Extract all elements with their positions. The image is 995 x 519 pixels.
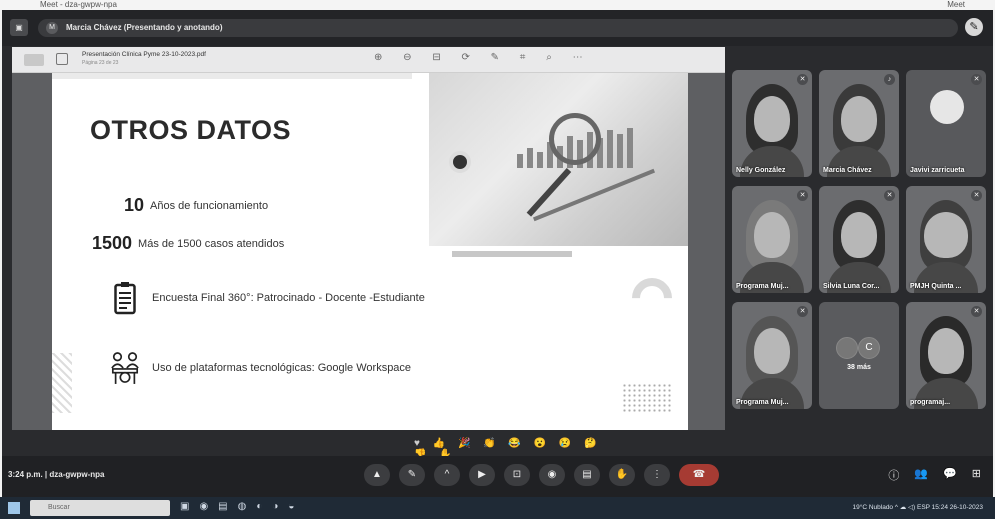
people-meeting-icon	[110, 348, 140, 388]
mic-off-icon: ✕	[971, 306, 982, 317]
windows-taskbar: Buscar ▣◉▤◍◐◑◒ 19°C Nublado ^ ☁ ◁) ESP 1…	[0, 497, 995, 519]
magnifier-icon	[549, 113, 601, 165]
more-options-button[interactable]: ⋮	[644, 464, 670, 486]
presenter-title: Marcia Chávez (Presentando y anotando)	[66, 23, 223, 32]
mic-off-icon: ✕	[971, 74, 982, 85]
slide-title: OTROS DATOS	[90, 115, 292, 145]
platforms-item-label: Uso de plataformas tecnológicas: Google …	[152, 362, 412, 374]
presenter-banner: M Marcia Chávez (Presentando y anotando)	[38, 19, 958, 37]
survey-item: Encuesta Final 360°: Patrocinado - Docen…	[110, 278, 425, 318]
mic-off-icon: ✕	[797, 74, 808, 85]
present-button[interactable]: ▤	[574, 464, 600, 486]
layout-icon[interactable]: ▣	[10, 19, 28, 36]
participants-grid: ✕ Nelly González ♪ Marcia Chávez ✕ Javiv…	[732, 70, 987, 425]
meet-controls-bar: 3:24 p.m. | dza-gwpw-npa ▲ ✎ ^ ▶ ⊡ ◉ ▤ ✋…	[2, 456, 993, 497]
stat-cases-number: 1500	[92, 233, 133, 253]
mic-off-icon: ✕	[971, 190, 982, 201]
binder-ring	[449, 151, 471, 173]
annotate-button[interactable]: ✎	[399, 464, 425, 486]
clipboard-icon	[110, 278, 140, 318]
photo-frame: Meet - dza-gwpw-npa Meet ▣ M Marcia Cháv…	[0, 0, 995, 519]
pdf-page-info: Página 23 de 23	[82, 60, 119, 66]
activities-icon[interactable]: ⊞	[972, 467, 981, 483]
slide-viewport: OTROS DATOS 10 Años de funcionamiento 15…	[12, 73, 725, 430]
taskbar-search[interactable]: Buscar	[30, 500, 170, 516]
meet-window: ▣ M Marcia Chávez (Presentando y anotand…	[2, 10, 993, 497]
side-controls: ⓘ 👥 💬 ⊞	[888, 467, 981, 483]
menu-icon[interactable]	[24, 54, 44, 66]
speaking-icon: ♪	[884, 74, 895, 85]
magnifier-handle	[526, 167, 572, 217]
people-icon[interactable]: 👥	[914, 467, 928, 483]
participant-name: Programa Muj...	[736, 399, 789, 406]
camera-options-button[interactable]: ^	[434, 464, 460, 486]
participant-name: Silvia Luna Cor...	[823, 283, 880, 290]
more-count: 38 más	[847, 364, 871, 371]
mic-off-icon: ✕	[884, 190, 895, 201]
pin-icon[interactable]: ✎	[965, 18, 983, 36]
participant-name: Marcia Chávez	[823, 167, 872, 174]
stat-years-label: Años de funcionamiento	[150, 199, 269, 212]
meet-top-bar: ▣ M Marcia Chávez (Presentando y anotand…	[2, 10, 993, 46]
presenter-avatar: M	[46, 22, 58, 34]
participant-tile[interactable]: ✕ Javivi zarricueta	[906, 70, 986, 177]
camera-button[interactable]: ▶	[469, 464, 495, 486]
pdf-tools[interactable]: ⊕ ⊖ ⊟ ⟳ ✎ ⌗ ⌕ ⋯	[374, 52, 592, 63]
mic-off-icon: ✕	[797, 306, 808, 317]
pdf-toolbar: Presentación Clínica Pyme 23-10-2023.pdf…	[12, 47, 725, 73]
pen-shape	[532, 168, 656, 222]
shared-pdf-window: Presentación Clínica Pyme 23-10-2023.pdf…	[12, 47, 725, 430]
sidebar-icon[interactable]	[56, 53, 68, 65]
platforms-item: Uso de plataformas tecnológicas: Google …	[110, 348, 411, 388]
participant-tile[interactable]: ✕ Programa Muj...	[732, 302, 812, 409]
participant-tile[interactable]: ✕ Programa Muj...	[732, 186, 812, 293]
survey-item-label: Encuesta Final 360°: Patrocinado - Docen…	[152, 292, 425, 304]
info-icon[interactable]: ⓘ	[888, 467, 899, 483]
slide-decoration-arc	[623, 269, 681, 327]
avatar	[930, 90, 964, 124]
participant-tile[interactable]: ♪ Marcia Chávez	[819, 70, 899, 177]
browser-strip: Meet - dza-gwpw-npa Meet	[0, 0, 995, 10]
reactions-bar[interactable]: ♥ 👍 🎉 👏 😂 😮 😢 🤔 👎 ✋	[414, 438, 614, 460]
chat-icon[interactable]: 💬	[943, 467, 957, 483]
participant-tile[interactable]: ✕ PMJH Quinta ...	[906, 186, 986, 293]
slide-dot-pattern	[622, 383, 672, 413]
participant-name: PMJH Quinta ...	[910, 283, 962, 290]
slide-stripe-pattern	[52, 353, 72, 413]
taskbar-apps[interactable]: ▣◉▤◍◐◑◒	[180, 501, 304, 512]
more-participants-tile[interactable]: C 38 más	[819, 302, 899, 409]
slide-decoration-bar	[452, 251, 572, 257]
captions-button[interactable]: ⊡	[504, 464, 530, 486]
participant-tile[interactable]: ✕ Silvia Luna Cor...	[819, 186, 899, 293]
meeting-time-code: 3:24 p.m. | dza-gwpw-npa	[8, 470, 105, 479]
windows-start-icon[interactable]	[8, 502, 20, 514]
browser-strip-left: Meet - dza-gwpw-npa	[40, 0, 117, 9]
stat-cases-label: Más de 1500 casos atendidos	[138, 237, 285, 250]
participant-tile[interactable]: ✕ Nelly González	[732, 70, 812, 177]
participant-name: Programa Muj...	[736, 283, 789, 290]
pdf-filename: Presentación Clínica Pyme 23-10-2023.pdf	[82, 51, 206, 58]
participant-name: programaj...	[910, 399, 951, 406]
participant-name: Javivi zarricueta	[910, 167, 965, 174]
slide: OTROS DATOS 10 Años de funcionamiento 15…	[52, 73, 688, 430]
slide-photo	[429, 73, 688, 246]
system-tray: 19°C Nublado ^ ☁ ◁) ESP 15:24 26-10-2023	[852, 504, 984, 511]
participant-name: Nelly González	[736, 167, 786, 174]
participant-bubble: C	[858, 337, 880, 359]
participant-tile[interactable]: ✕ programaj...	[906, 302, 986, 409]
stat-years: 10 Años de funcionamiento	[124, 195, 268, 216]
emoji-button[interactable]: ◉	[539, 464, 565, 486]
stat-cases: 1500 Más de 1500 casos atendidos	[92, 233, 284, 254]
mic-off-icon: ✕	[797, 190, 808, 201]
browser-strip-right: Meet	[947, 0, 965, 9]
stat-years-number: 10	[124, 195, 145, 215]
slide-top-decoration	[52, 73, 412, 79]
raise-hand-button[interactable]: ✋	[609, 464, 635, 486]
end-call-button[interactable]: ☎	[679, 464, 719, 486]
more-options-up-button[interactable]: ▲	[364, 464, 390, 486]
call-controls: ▲ ✎ ^ ▶ ⊡ ◉ ▤ ✋ ⋮ ☎	[364, 464, 719, 488]
participant-bubble	[836, 337, 858, 359]
